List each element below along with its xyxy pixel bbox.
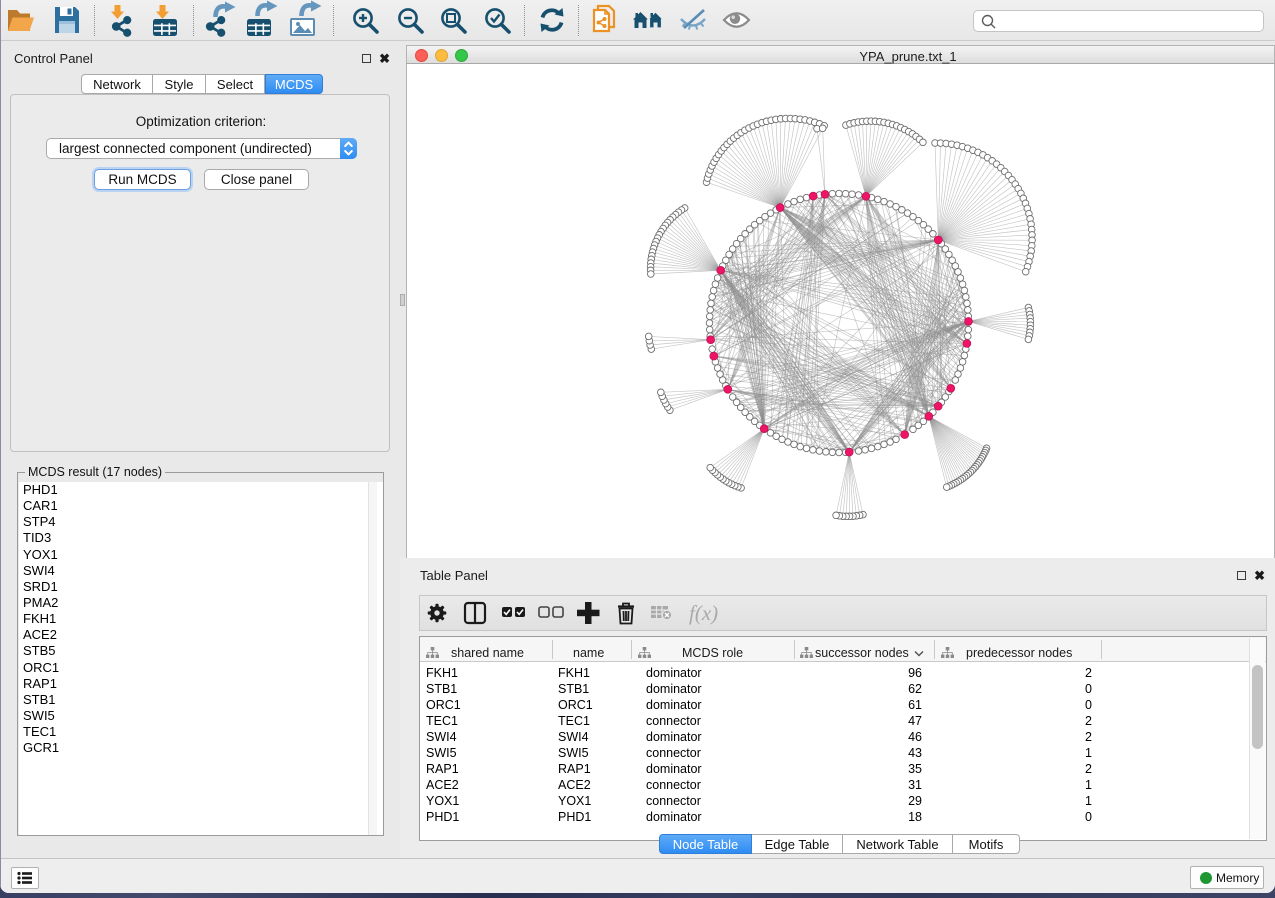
svg-text:f(x): f(x) xyxy=(689,601,718,625)
